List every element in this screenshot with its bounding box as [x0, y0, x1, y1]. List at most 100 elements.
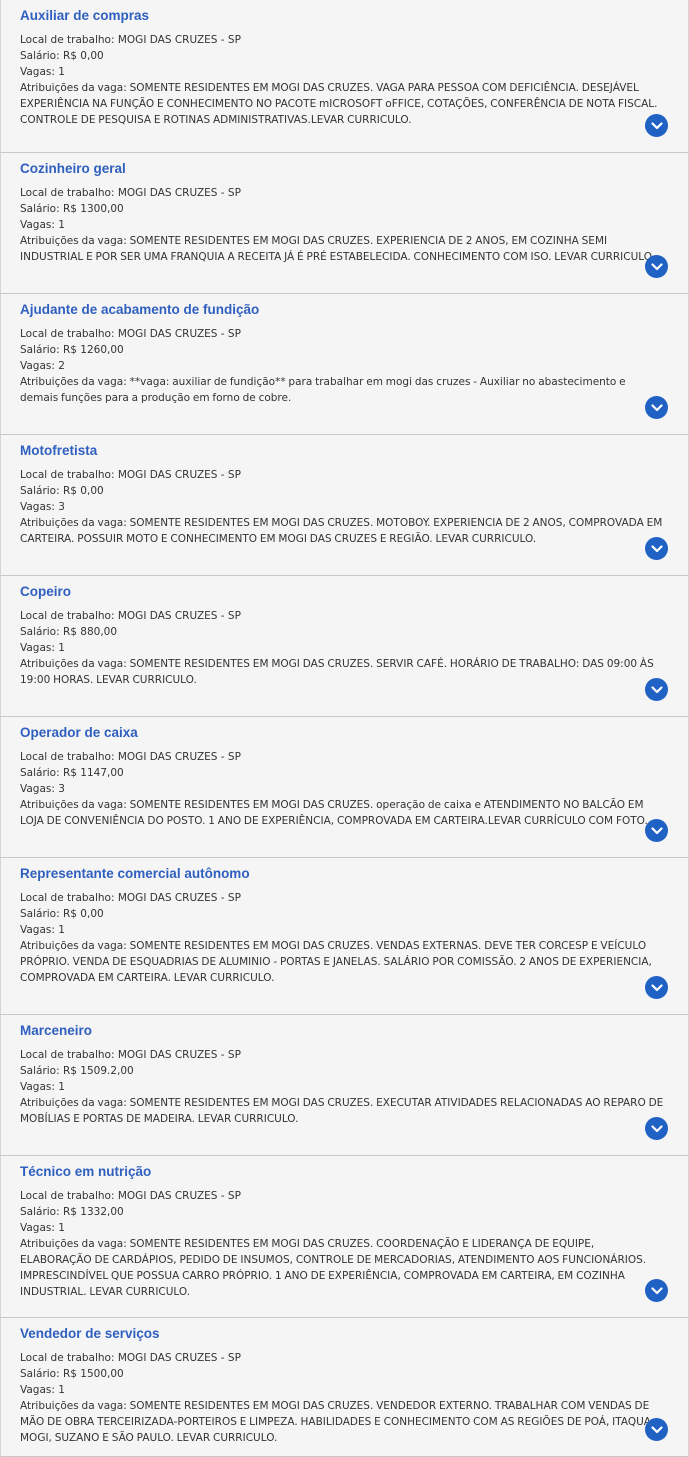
job-location-label: Local de trabalho: — [20, 751, 118, 763]
job-title[interactable]: Copeiro — [20, 583, 666, 600]
job-location: Local de trabalho: MOGI DAS CRUZES - SP — [20, 608, 666, 624]
chevron-down-icon — [650, 121, 663, 129]
job-openings-value: 1 — [58, 1222, 65, 1234]
job-openings-label: Vagas: — [20, 1384, 59, 1396]
job-description: Atribuições da vaga: SOMENTE RESIDENTES … — [20, 797, 666, 829]
job-salary: Salário: R$ 1500,00 — [20, 1366, 666, 1382]
job-salary: Salário: R$ 1332,00 — [20, 1204, 666, 1220]
expand-button[interactable] — [645, 396, 668, 419]
chevron-down-icon — [650, 826, 663, 834]
job-openings-value: 2 — [58, 360, 65, 372]
chevron-down-icon — [650, 685, 663, 693]
job-location-label: Local de trabalho: — [20, 1049, 118, 1061]
job-title[interactable]: Técnico em nutrição — [20, 1163, 666, 1180]
job-openings: Vagas: 1 — [20, 922, 666, 938]
job-salary-value: R$ 1260,00 — [62, 344, 124, 356]
job-salary: Salário: R$ 1147,00 — [20, 765, 666, 781]
job-card: Marceneiro Local de trabalho: MOGI DAS CR… — [0, 1015, 689, 1156]
job-location: Local de trabalho: MOGI DAS CRUZES - SP — [20, 749, 666, 765]
job-description-label: Atribuições da vaga: — [20, 235, 130, 247]
job-location-label: Local de trabalho: — [20, 469, 118, 481]
job-description-label: Atribuições da vaga: — [20, 82, 130, 94]
job-salary-value: R$ 1300,00 — [62, 203, 124, 215]
expand-button[interactable] — [645, 255, 668, 278]
job-salary-value: R$ 0,00 — [62, 908, 104, 920]
job-salary: Salário: R$ 1300,00 — [20, 201, 666, 217]
job-location-label: Local de trabalho: — [20, 34, 118, 46]
job-openings: Vagas: 3 — [20, 499, 666, 515]
chevron-down-icon — [650, 1425, 663, 1433]
job-location-value: MOGI DAS CRUZES - SP — [117, 34, 241, 46]
job-description: Atribuições da vaga: SOMENTE RESIDENTES … — [20, 80, 666, 128]
job-openings-label: Vagas: — [20, 642, 59, 654]
chevron-down-icon — [650, 403, 663, 411]
expand-button[interactable] — [645, 1418, 668, 1441]
job-location-value: MOGI DAS CRUZES - SP — [117, 187, 241, 199]
job-card: Vendedor de serviços Local de trabalho: M… — [0, 1318, 689, 1457]
job-location-value: MOGI DAS CRUZES - SP — [117, 469, 241, 481]
job-title[interactable]: Representante comercial autônomo — [20, 865, 666, 882]
job-location: Local de trabalho: MOGI DAS CRUZES - SP — [20, 1047, 666, 1063]
job-location-value: MOGI DAS CRUZES - SP — [117, 1352, 241, 1364]
job-title[interactable]: Auxiliar de compras — [20, 7, 666, 24]
job-salary-value: R$ 0,00 — [62, 50, 104, 62]
job-salary-label: Salário: — [20, 767, 63, 779]
job-salary: Salário: R$ 880,00 — [20, 624, 666, 640]
job-title[interactable]: Motofretista — [20, 442, 666, 459]
expand-button[interactable] — [645, 819, 668, 842]
job-openings-value: 1 — [58, 66, 65, 78]
job-location-label: Local de trabalho: — [20, 892, 118, 904]
job-salary: Salário: R$ 0,00 — [20, 48, 666, 64]
job-location-value: MOGI DAS CRUZES - SP — [117, 328, 241, 340]
expand-button[interactable] — [645, 1117, 668, 1140]
expand-button[interactable] — [645, 1279, 668, 1302]
job-title[interactable]: Operador de caixa — [20, 724, 666, 741]
job-openings: Vagas: 2 — [20, 358, 666, 374]
job-salary: Salário: R$ 0,00 — [20, 483, 666, 499]
job-openings-label: Vagas: — [20, 360, 59, 372]
job-description: Atribuições da vaga: SOMENTE RESIDENTES … — [20, 656, 666, 688]
job-description: Atribuições da vaga: SOMENTE RESIDENTES … — [20, 1398, 666, 1446]
job-title[interactable]: Ajudante de acabamento de fundição — [20, 301, 666, 318]
job-openings-label: Vagas: — [20, 66, 59, 78]
job-location: Local de trabalho: MOGI DAS CRUZES - SP — [20, 1188, 666, 1204]
job-card: Representante comercial autônomo Local de… — [0, 858, 689, 1015]
job-openings: Vagas: 3 — [20, 781, 666, 797]
job-card: Auxiliar de compras Local de trabalho: MO… — [0, 0, 689, 153]
job-location-value: MOGI DAS CRUZES - SP — [117, 1049, 241, 1061]
job-location-label: Local de trabalho: — [20, 1190, 118, 1202]
job-location-value: MOGI DAS CRUZES - SP — [117, 1190, 241, 1202]
job-title[interactable]: Cozinheiro geral — [20, 160, 666, 177]
job-openings-label: Vagas: — [20, 501, 59, 513]
chevron-down-icon — [650, 1286, 663, 1294]
job-location: Local de trabalho: MOGI DAS CRUZES - SP — [20, 326, 666, 342]
job-location-value: MOGI DAS CRUZES - SP — [117, 610, 241, 622]
job-description: Atribuições da vaga: SOMENTE RESIDENTES … — [20, 515, 666, 547]
expand-button[interactable] — [645, 114, 668, 137]
job-openings: Vagas: 1 — [20, 640, 666, 656]
job-salary-value: R$ 1509.2,00 — [62, 1065, 134, 1077]
job-openings: Vagas: 1 — [20, 64, 666, 80]
job-openings-label: Vagas: — [20, 783, 59, 795]
job-title[interactable]: Vendedor de serviços — [20, 1325, 666, 1342]
job-openings-label: Vagas: — [20, 1222, 59, 1234]
job-salary-label: Salário: — [20, 1368, 63, 1380]
job-card: Cozinheiro geral Local de trabalho: MOGI … — [0, 153, 689, 294]
expand-button[interactable] — [645, 678, 668, 701]
job-title[interactable]: Marceneiro — [20, 1022, 666, 1039]
expand-button[interactable] — [645, 976, 668, 999]
job-description: Atribuições da vaga: SOMENTE RESIDENTES … — [20, 1095, 666, 1127]
job-description-label: Atribuições da vaga: — [20, 376, 130, 388]
job-salary: Salário: R$ 1509.2,00 — [20, 1063, 666, 1079]
job-description-label: Atribuições da vaga: — [20, 517, 130, 529]
job-description-label: Atribuições da vaga: — [20, 658, 130, 670]
job-card: Ajudante de acabamento de fundição Local … — [0, 294, 689, 435]
job-salary-label: Salário: — [20, 626, 63, 638]
job-salary-label: Salário: — [20, 485, 63, 497]
job-openings-value: 1 — [58, 924, 65, 936]
job-openings-label: Vagas: — [20, 219, 59, 231]
job-openings-label: Vagas: — [20, 924, 59, 936]
job-salary-value: R$ 1500,00 — [62, 1368, 124, 1380]
expand-button[interactable] — [645, 537, 668, 560]
job-description-label: Atribuições da vaga: — [20, 1400, 130, 1412]
